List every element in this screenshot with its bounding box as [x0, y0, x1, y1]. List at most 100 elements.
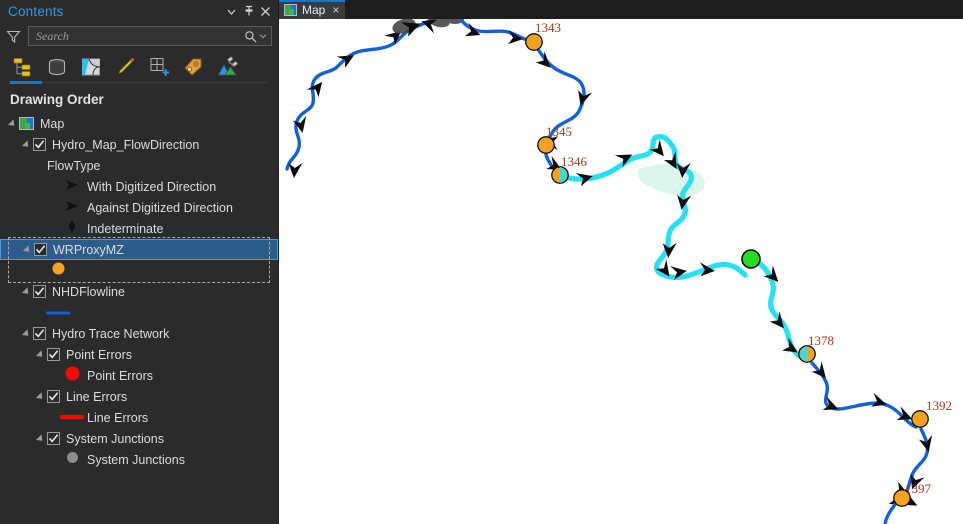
expand-collapse-triangle-icon[interactable] — [20, 281, 33, 302]
expand-collapse-triangle-icon[interactable] — [34, 344, 47, 365]
layer-visibility-checkbox[interactable] — [33, 138, 46, 151]
junction-green — [741, 249, 761, 269]
tree-item-system-junctions-sym[interactable]: System Junctions — [0, 449, 278, 470]
layer-visibility-checkbox[interactable] — [33, 285, 46, 298]
tab-active-indicator — [279, 0, 346, 2]
trace-line-to-1378 — [756, 260, 808, 362]
trace-line-main — [562, 134, 748, 281]
expand-collapse-triangle-icon[interactable] — [20, 323, 33, 344]
contents-pane-header: Contents — [0, 0, 278, 22]
layer-visibility-checkbox[interactable] — [47, 348, 60, 361]
tree-item-against-digitized[interactable]: Against Digitized Direction — [0, 197, 278, 218]
list-by-snapping-button[interactable] — [146, 54, 172, 80]
tree-item-wrproxymz-sym[interactable] — [0, 260, 278, 281]
flow-arrows-1343-1345 — [535, 51, 593, 151]
list-by-labeling-button[interactable] — [180, 54, 206, 80]
layer-symbol-cell — [61, 178, 83, 196]
map-icon — [19, 117, 34, 130]
chevron-down-icon[interactable] — [258, 28, 268, 44]
tree-item-nhdflowline-sym[interactable] — [0, 302, 278, 323]
map-graphics — [285, 19, 933, 524]
tree-item-point-errors-sym[interactable]: Point Errors — [0, 365, 278, 386]
tree-item-label: Map — [40, 116, 65, 131]
layer-symbol-cell — [61, 199, 83, 217]
layer-visibility-checkbox[interactable] — [33, 327, 46, 340]
tree-item-line-errors-sym[interactable]: Line Errors — [0, 407, 278, 428]
tree-item-label: Indeterminate — [87, 221, 164, 236]
toolbar-divider — [10, 82, 268, 83]
tree-item-label: NHDFlowline — [52, 284, 125, 299]
tree-item-with-digitized[interactable]: With Digitized Direction — [0, 176, 278, 197]
flowline-upper-left — [285, 19, 435, 171]
page-title: Contents — [8, 3, 64, 19]
expand-collapse-triangle-icon[interactable] — [6, 113, 19, 134]
layer-symbol-cell — [59, 409, 85, 427]
list-by-drawing-order-button[interactable] — [10, 54, 36, 80]
map-tabstrip: Map × — [279, 0, 963, 19]
drawing-order-title: Drawing Order — [10, 92, 104, 107]
tree-item-label: Hydro Trace Network — [52, 326, 170, 341]
layer-visibility-checkbox[interactable] — [47, 390, 60, 403]
contents-toolbar — [0, 50, 278, 84]
flow-arrows-upper-left — [288, 30, 402, 178]
tree-item-hydro-flowdirection[interactable]: Hydro_Map_FlowDirection — [0, 134, 278, 155]
list-by-editing-button[interactable] — [112, 54, 138, 80]
tab-map[interactable]: Map × — [279, 0, 346, 19]
tree-item-map[interactable]: Map — [0, 113, 278, 134]
list-by-data-source-button[interactable] — [44, 54, 70, 80]
tree-item-line-errors[interactable]: Line Errors — [0, 386, 278, 407]
diamond-symbol — [66, 219, 78, 238]
active-tool-indicator — [10, 81, 42, 84]
tree-item-wrproxymz[interactable]: WRProxyMZ — [0, 239, 278, 260]
trace-area-fill — [638, 163, 705, 196]
pane-menu-button[interactable] — [223, 3, 240, 20]
tree-item-point-errors[interactable]: Point Errors — [0, 344, 278, 365]
list-by-charts-button[interactable] — [214, 54, 240, 80]
search-icon[interactable] — [242, 28, 258, 44]
contents-pane: Contents Search Drawing Order Map Hydro_… — [0, 0, 279, 524]
tree-item-flowtype[interactable]: FlowType — [0, 155, 278, 176]
flow-arrows-top-right — [464, 22, 523, 45]
expand-collapse-triangle-icon[interactable] — [21, 239, 34, 260]
expand-collapse-triangle-icon[interactable] — [34, 386, 47, 407]
flowline-1343-to-1345 — [532, 42, 586, 147]
layer-symbol-cell — [61, 365, 83, 387]
search-input[interactable]: Search — [28, 26, 272, 46]
map-icon — [284, 3, 297, 16]
tree-item-hydro-trace-network[interactable]: Hydro Trace Network — [0, 323, 278, 344]
tree-item-system-junctions[interactable]: System Junctions — [0, 428, 278, 449]
trace-arrows-main — [575, 139, 715, 280]
layer-visibility-checkbox[interactable] — [34, 243, 47, 256]
expand-collapse-triangle-icon[interactable] — [34, 428, 47, 449]
tree-item-label: Against Digitized Direction — [87, 200, 233, 215]
map-canvas[interactable]: 1343 1345 1346 1378 1392 1397 — [279, 19, 963, 524]
filter-icon[interactable] — [2, 25, 24, 47]
expand-collapse-triangle-icon[interactable] — [20, 134, 33, 155]
blue-line-symbol — [45, 304, 71, 322]
layer-symbol-cell — [61, 450, 83, 470]
layer-tree: Map Hydro_Map_FlowDirection FlowType With D… — [0, 113, 278, 470]
tree-item-label: System Junctions — [87, 452, 185, 467]
red-dot-symbol — [64, 365, 81, 387]
tab-label: Map — [302, 2, 326, 17]
list-by-selection-button[interactable] — [78, 54, 104, 80]
junction-1346 — [551, 166, 569, 184]
map-view-area: Map × 1343 1345 1346 1378 1392 1397 — [279, 0, 963, 524]
arcgis-pro-window: Contents Search Drawing Order Map Hydro_… — [0, 0, 963, 524]
tree-item-label: Point Errors — [87, 368, 153, 383]
tree-item-indeterminate[interactable]: Indeterminate — [0, 218, 278, 239]
tree-item-label: Line Errors — [87, 410, 149, 425]
layer-visibility-checkbox[interactable] — [47, 432, 60, 445]
pin-icon[interactable] — [240, 3, 257, 20]
close-icon[interactable]: × — [332, 4, 339, 16]
junction-1345 — [537, 136, 555, 154]
tree-item-nhdflowline[interactable]: NHDFlowline — [0, 281, 278, 302]
red-line-symbol — [59, 409, 85, 427]
close-icon[interactable] — [257, 3, 274, 20]
junction-1397 — [893, 489, 911, 507]
tree-item-label: WRProxyMZ — [53, 242, 124, 257]
